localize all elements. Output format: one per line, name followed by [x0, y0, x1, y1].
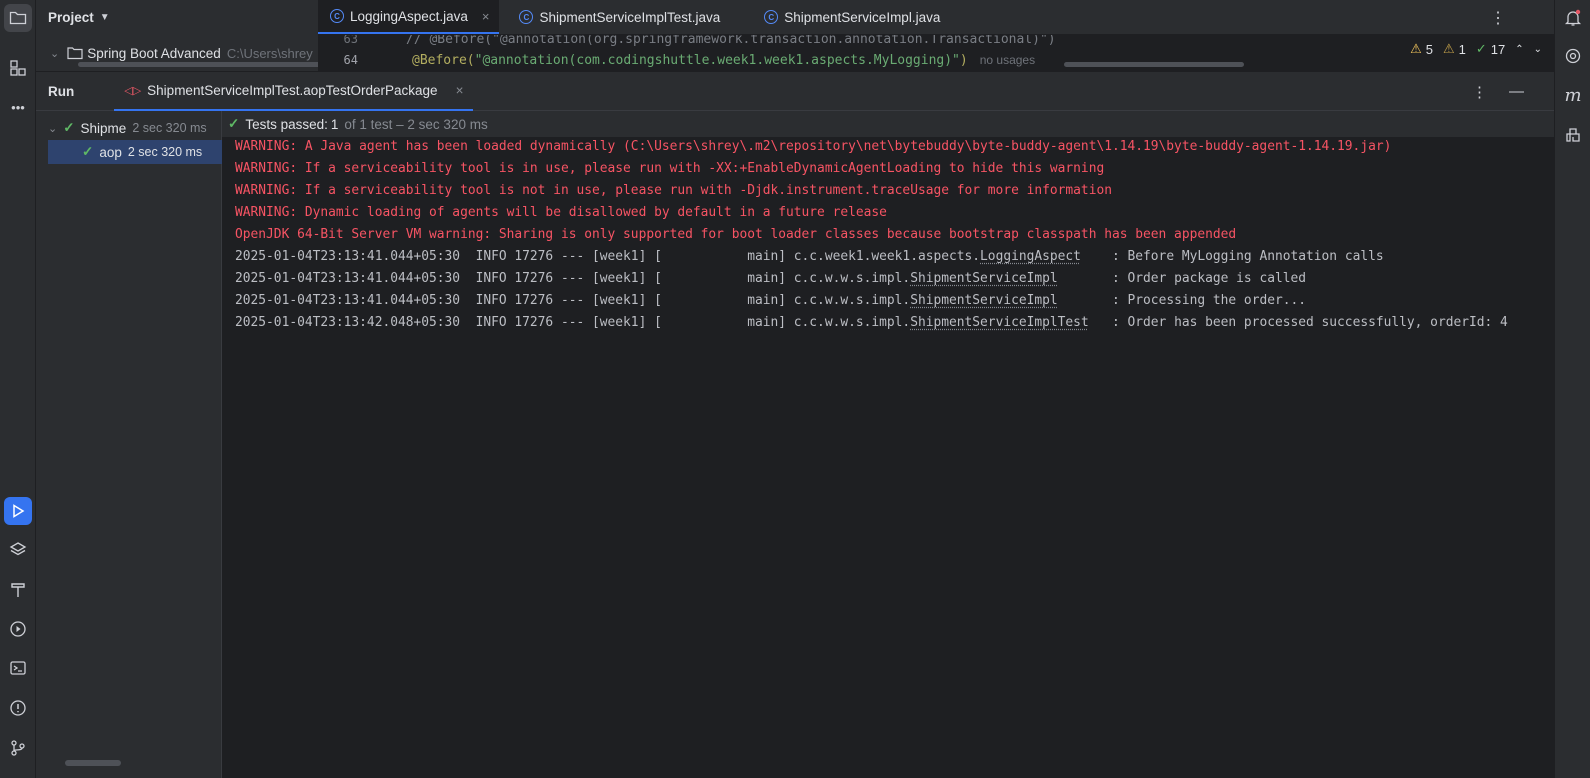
tab-menu-icon[interactable]: ⋮ — [1490, 8, 1506, 28]
passed-check-icon: ✓ — [228, 116, 240, 131]
console-line-info: 2025-01-04T23:13:41.044+05:30 INFO 17276… — [235, 271, 1307, 286]
tree-item-duration: 2 sec 320 ms — [127, 145, 203, 159]
tree-item-label: Shipme — [80, 120, 127, 136]
terminal-icon[interactable] — [4, 654, 32, 682]
code-line-63: // @Before("@annotation(org.springframew… — [406, 35, 1056, 47]
tab-label: ShipmentServiceImplTest.java — [539, 9, 721, 25]
typo-check-icon: ✓ — [1475, 41, 1487, 56]
more-tools-icon[interactable]: ••• — [4, 93, 32, 121]
left-tool-strip: ••• — [0, 0, 36, 778]
right-tool-strip: m — [1554, 0, 1590, 778]
tree-item-label: aop — [99, 144, 122, 160]
editor-hscrollbar[interactable] — [1064, 62, 1244, 67]
console-line-error: WARNING: Dynamic loading of agents will … — [235, 205, 887, 220]
passed-check-icon: ✓ — [82, 144, 94, 159]
status-label: Tests passed: — [245, 116, 328, 132]
console-line-info: 2025-01-04T23:13:42.048+05:30 INFO 17276… — [235, 315, 1508, 330]
layers-icon[interactable] — [4, 536, 32, 564]
warnings-count: 5 — [1425, 41, 1433, 57]
python-console-icon[interactable] — [1559, 121, 1587, 149]
build-hammer-icon[interactable] — [4, 576, 32, 604]
console-line-error: WARNING: A Java agent has been loaded dy… — [235, 139, 1392, 154]
chevron-down-icon[interactable]: ⌄ — [50, 47, 59, 60]
project-root-path: C:\Users\shrey — [226, 45, 313, 61]
project-root-name: Spring Boot Advanced — [87, 45, 221, 61]
tab-label: ShipmentServiceImpl.java — [784, 9, 941, 25]
status-count: 1 — [330, 116, 339, 132]
tree-item-test-class[interactable]: ⌄ ✓ Shipme 2 sec 320 ms — [48, 116, 222, 140]
tree-item-test-method[interactable]: ✓ aop 2 sec 320 ms — [48, 140, 222, 164]
warning-icon: ⚠ — [1410, 41, 1422, 56]
problems-icon[interactable] — [4, 694, 32, 722]
weak-warning-icon: ⚠ — [1442, 41, 1455, 56]
ai-assistant-icon[interactable] — [1559, 42, 1587, 70]
java-test-class-icon: C — [519, 10, 534, 24]
structure-icon[interactable] — [4, 54, 32, 82]
project-folder-icon[interactable] — [4, 4, 32, 32]
status-detail: of 1 test – 2 sec 320 ms — [344, 116, 488, 132]
run-tool-icon[interactable] — [4, 497, 32, 525]
folder-icon — [67, 47, 83, 60]
ok-count: 17 — [1490, 41, 1506, 57]
java-class-icon: C — [330, 9, 344, 23]
project-hscrollbar[interactable] — [78, 62, 318, 67]
console-line-error: OpenJDK 64-Bit Server VM warning: Sharin… — [235, 227, 1237, 242]
run-config-tab[interactable]: ◁▷ ShipmentServiceImplTest.aopTestOrderP… — [114, 71, 474, 111]
code-editor[interactable]: 63 64 // @Before("@annotation(org.spring… — [318, 35, 1554, 71]
close-icon[interactable]: × — [456, 83, 464, 98]
weak-warnings-count: 1 — [1458, 41, 1466, 57]
console-line-error: WARNING: If a serviceability tool is not… — [235, 183, 1112, 198]
tab-logging-aspect[interactable]: C LoggingAspect.java × — [318, 0, 500, 34]
test-run-icon: ◁▷ — [124, 84, 142, 97]
project-title: Project — [48, 10, 94, 25]
tree-item-duration: 2 sec 320 ms — [132, 121, 207, 135]
class-link[interactable]: ShipmentServiceImpl — [910, 271, 1057, 286]
console-output[interactable]: WARNING: A Java agent has been loaded dy… — [222, 137, 1554, 778]
test-status-bar: ✓ Tests passed: 1 of 1 test – 2 sec 320 … — [222, 111, 1554, 137]
maven-icon[interactable]: m — [1559, 81, 1587, 109]
run-title: Run — [48, 83, 75, 99]
chevron-up-icon[interactable]: ⌃ — [1515, 44, 1523, 55]
tree-hscrollbar[interactable] — [65, 760, 121, 766]
class-link[interactable]: ShipmentServiceImpl — [910, 293, 1057, 308]
chevron-down-icon[interactable]: ⌄ — [48, 122, 57, 135]
project-tool-header[interactable]: Project ▼ — [36, 0, 318, 35]
run-actions: ⋮ — — [1472, 83, 1524, 101]
console-line-info: 2025-01-04T23:13:41.044+05:30 INFO 17276… — [235, 249, 1384, 264]
git-branch-icon[interactable] — [4, 734, 32, 762]
project-root-row[interactable]: ⌄ Spring Boot Advanced C:\Users\shrey — [36, 35, 318, 71]
chevron-down-icon[interactable]: ⌄ — [1534, 44, 1542, 55]
services-icon[interactable] — [4, 615, 32, 643]
passed-check-icon: ✓ — [63, 120, 75, 135]
chevron-down-icon[interactable]: ▼ — [100, 12, 110, 23]
line-number: 63 — [343, 35, 358, 46]
options-menu-icon[interactable]: ⋮ — [1472, 83, 1487, 101]
tab-shipment-service-impl[interactable]: C ShipmentServiceImpl.java — [752, 0, 950, 34]
run-tool-header: Run ◁▷ ShipmentServiceImplTest.aopTestOr… — [36, 71, 1554, 111]
editor-scroll-track — [318, 62, 1248, 67]
editor-tabbar: C LoggingAspect.java × C ShipmentService… — [318, 0, 1554, 35]
test-results-tree: ⌄ ✓ Shipme 2 sec 320 ms ✓ aop 2 sec 320 … — [36, 111, 222, 778]
tab-label: LoggingAspect.java — [350, 8, 468, 24]
class-link[interactable]: LoggingAspect — [980, 249, 1081, 264]
console-line-error: WARNING: If a serviceability tool is in … — [235, 161, 1105, 176]
run-config-label: ShipmentServiceImplTest.aopTestOrderPack… — [147, 82, 438, 98]
java-class-icon: C — [764, 10, 779, 24]
console-line-info: 2025-01-04T23:13:41.044+05:30 INFO 17276… — [235, 293, 1307, 308]
tab-shipment-service-impl-test[interactable]: C ShipmentServiceImplTest.java — [507, 0, 730, 34]
class-link[interactable]: ShipmentServiceImplTest — [910, 315, 1089, 330]
notifications-bell-icon[interactable] — [1559, 4, 1587, 32]
close-icon[interactable]: × — [482, 9, 490, 24]
inspection-widget[interactable]: ⚠ 5 ⚠ 1 ✓ 17 ⌃ ⌄ — [1410, 41, 1542, 57]
minimize-icon[interactable]: — — [1509, 83, 1524, 101]
